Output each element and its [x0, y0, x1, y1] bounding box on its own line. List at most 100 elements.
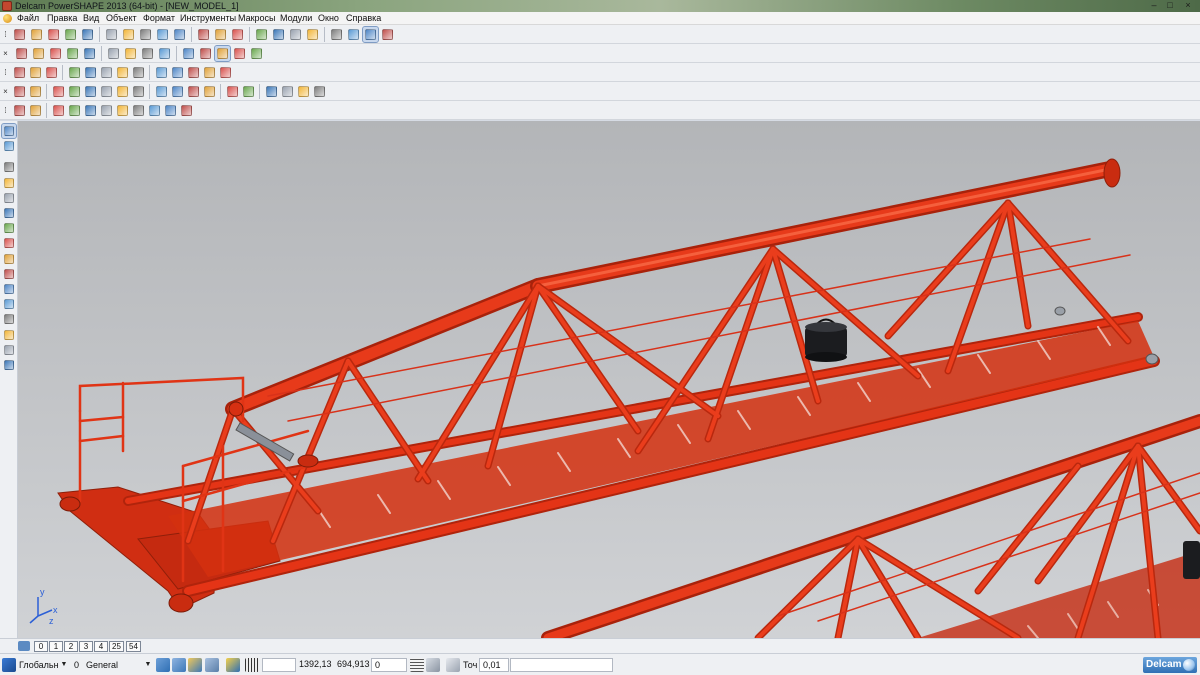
zoom-window-icon[interactable] — [106, 46, 121, 61]
transform-icon[interactable] — [2, 206, 16, 220]
boolean-icon[interactable] — [2, 358, 16, 372]
copy-c-icon[interactable] — [2, 191, 16, 205]
paste-icon[interactable] — [138, 27, 153, 42]
level-tab-4[interactable]: 4 — [94, 641, 108, 652]
zoom-in-icon[interactable] — [140, 46, 155, 61]
surface-c-icon[interactable] — [83, 84, 98, 99]
workplane-select[interactable]: Глобальн — [19, 658, 59, 672]
menu-window[interactable]: Окно — [318, 12, 339, 25]
view-iso-icon[interactable] — [48, 46, 63, 61]
close-button[interactable]: × — [1182, 1, 1194, 11]
view-options-icon[interactable] — [362, 26, 379, 43]
save-icon[interactable] — [63, 27, 78, 42]
menu-file[interactable]: Файл — [17, 12, 39, 25]
command-input[interactable] — [510, 658, 613, 672]
surface-tool-icon[interactable] — [2, 236, 16, 250]
frame-icon[interactable] — [170, 65, 185, 80]
view-rotate-icon[interactable] — [82, 46, 97, 61]
red-sphere-icon[interactable] — [99, 65, 114, 80]
surface-f-icon[interactable] — [131, 84, 146, 99]
blank-icon[interactable] — [67, 103, 82, 118]
mirror-icon[interactable] — [2, 221, 16, 235]
mesh-b-icon[interactable] — [241, 84, 256, 99]
level-tab-3[interactable]: 3 — [79, 641, 93, 652]
menu-format[interactable]: Формат — [143, 12, 175, 25]
circle-icon[interactable] — [288, 27, 303, 42]
maximize-button[interactable]: □ — [1164, 1, 1176, 11]
level-tab-25[interactable]: 25 — [109, 641, 124, 652]
undo-icon[interactable] — [196, 27, 211, 42]
layer-icon[interactable] — [44, 65, 59, 80]
menu-object[interactable]: Объект — [106, 12, 137, 25]
pointer-icon[interactable] — [1, 123, 17, 139]
snap-icon[interactable] — [226, 658, 240, 672]
new-file-icon[interactable] — [12, 27, 27, 42]
surface-d-icon[interactable] — [99, 84, 114, 99]
surface-e-icon[interactable] — [115, 84, 130, 99]
level-number[interactable]: 0 — [74, 658, 79, 672]
level-tab-1[interactable]: 1 — [49, 641, 63, 652]
light-icon[interactable] — [179, 103, 194, 118]
surface-a-icon[interactable] — [51, 84, 66, 99]
solid-a-icon[interactable] — [154, 84, 169, 99]
delete-all-icon[interactable] — [172, 27, 187, 42]
solid-d-icon[interactable] — [202, 84, 217, 99]
image-icon[interactable] — [131, 103, 146, 118]
toolbar-grip[interactable]: ⁞ — [1, 103, 10, 118]
zoom-fit-icon[interactable] — [123, 46, 138, 61]
mesh-icon[interactable] — [225, 84, 240, 99]
surface-icon[interactable] — [67, 65, 82, 80]
arc-icon[interactable] — [305, 27, 320, 42]
delete-icon[interactable] — [155, 27, 170, 42]
mesh-f-icon[interactable] — [312, 84, 327, 99]
solid-b-icon[interactable] — [170, 84, 185, 99]
mesh-d-icon[interactable] — [280, 84, 295, 99]
play-icon[interactable] — [115, 65, 130, 80]
ungroup-icon[interactable] — [115, 103, 130, 118]
doc-icon[interactable] — [12, 65, 27, 80]
target-icon[interactable] — [198, 46, 213, 61]
solid-sphere-icon[interactable] — [83, 65, 98, 80]
toolbar-grip[interactable]: ⁞ — [1, 27, 10, 42]
view-front-icon[interactable] — [31, 46, 46, 61]
save-as-icon[interactable] — [80, 27, 95, 42]
revolve-icon[interactable] — [2, 312, 16, 326]
menu-help[interactable]: Справка — [346, 12, 381, 25]
view-box-icon[interactable] — [65, 46, 80, 61]
tolerance-icon[interactable] — [446, 658, 460, 672]
menu-modules[interactable]: Модули — [280, 12, 312, 25]
box-icon[interactable] — [154, 65, 169, 80]
select-all-icon[interactable] — [12, 103, 27, 118]
wireframe-icon[interactable] — [12, 84, 27, 99]
select-icon[interactable] — [254, 27, 269, 42]
level-tab-0[interactable]: 0 — [34, 641, 48, 652]
menu-macros[interactable]: Макросы — [238, 12, 276, 25]
solid-c-icon[interactable] — [186, 84, 201, 99]
shading-icon[interactable] — [329, 27, 344, 42]
doc-list-icon[interactable] — [28, 65, 43, 80]
surface-b-icon[interactable] — [67, 84, 82, 99]
zoom-out-icon[interactable] — [157, 46, 172, 61]
level-tab-54[interactable]: 54 — [126, 641, 141, 652]
arrow-icon[interactable] — [131, 65, 146, 80]
morph-icon[interactable] — [218, 65, 233, 80]
system-menu-icon[interactable] — [3, 14, 12, 23]
cube-icon[interactable] — [51, 103, 66, 118]
open-model-icon[interactable] — [46, 27, 61, 42]
view-top-icon[interactable] — [14, 46, 29, 61]
flag-icon[interactable] — [147, 103, 162, 118]
extrude-icon[interactable] — [2, 297, 16, 311]
copy-icon[interactable] — [121, 27, 136, 42]
menu-view[interactable]: Вид — [83, 12, 99, 25]
powershape-app-icon[interactable] — [2, 1, 12, 11]
hand-icon[interactable] — [249, 46, 264, 61]
copy-a-icon[interactable] — [2, 160, 16, 174]
grid-field[interactable] — [262, 658, 296, 672]
menu-edit[interactable]: Правка — [47, 12, 77, 25]
zoom-pan-icon[interactable] — [181, 46, 196, 61]
toolbar-close-icon[interactable]: × — [1, 46, 10, 61]
mesh-tool-icon[interactable] — [2, 267, 16, 281]
object-filter-d-icon[interactable] — [205, 658, 219, 672]
minimize-button[interactable]: – — [1148, 1, 1160, 11]
lightbulb-icon[interactable] — [232, 46, 247, 61]
